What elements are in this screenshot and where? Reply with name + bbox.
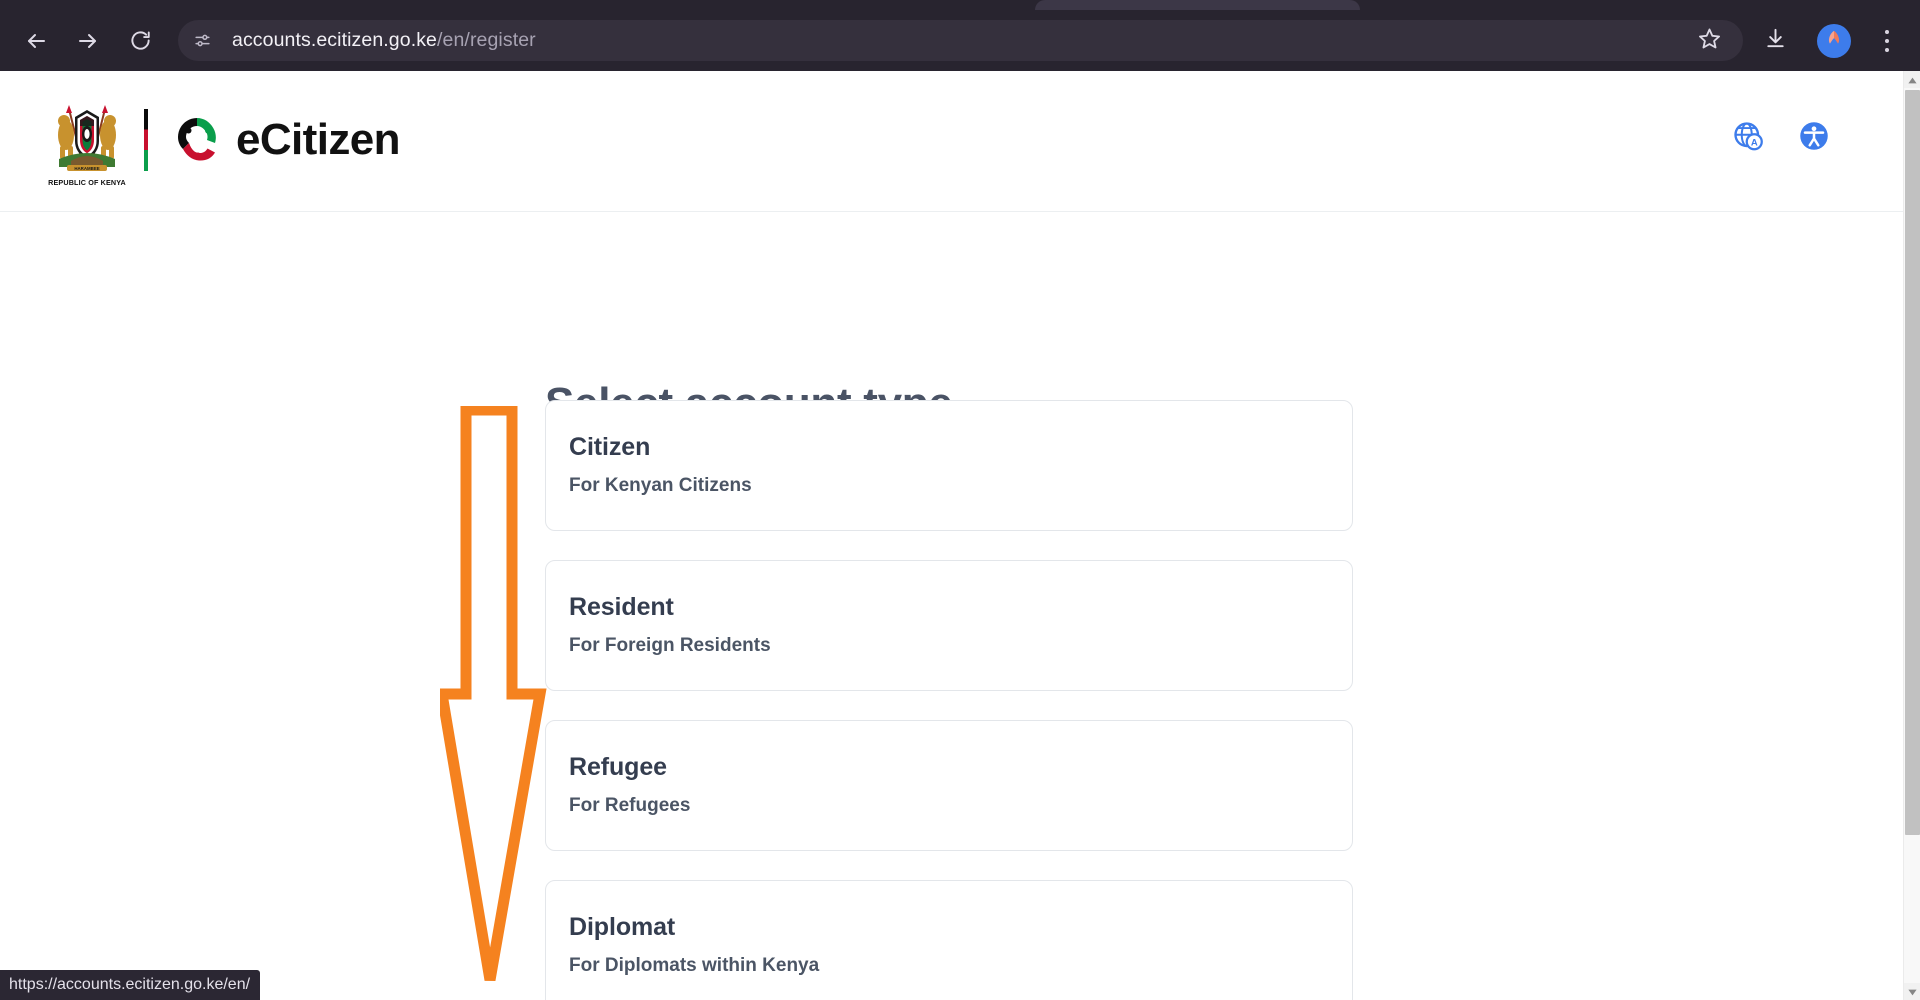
account-type-title: Resident: [569, 593, 674, 621]
arrow-right-icon: [76, 29, 100, 53]
register-form-column: Select account type or Sign in Citizen F…: [545, 212, 1353, 1000]
translate-globe-icon: A: [1733, 121, 1763, 156]
account-type-description: For Diplomats within Kenya: [569, 955, 820, 976]
accessibility-button[interactable]: [1797, 121, 1831, 155]
reload-button[interactable]: [120, 21, 160, 61]
account-type-card-refugee[interactable]: Refugee For Refugees: [545, 720, 1353, 851]
account-type-list: Citizen For Kenyan Citizens Resident For…: [545, 400, 1353, 1000]
browser-tab[interactable]: [1035, 0, 1360, 10]
download-icon: [1764, 27, 1787, 55]
page-scrollbar[interactable]: [1903, 71, 1920, 1000]
address-bar[interactable]: accounts.ecitizen.go.ke/en/register: [178, 20, 1743, 61]
account-type-description: For Refugees: [569, 795, 691, 816]
scroll-down-button[interactable]: [1904, 983, 1920, 1000]
account-type-card-citizen[interactable]: Citizen For Kenyan Citizens: [545, 400, 1353, 531]
account-type-description: For Kenyan Citizens: [569, 475, 752, 496]
scroll-up-arrow-icon: [1908, 71, 1917, 89]
browser-toolbar: accounts.ecitizen.go.ke/en/register: [0, 10, 1920, 71]
star-icon: [1698, 27, 1721, 55]
tab-strip: [0, 0, 1920, 10]
account-type-card-diplomat[interactable]: Diplomat For Diplomats within Kenya: [545, 880, 1353, 1000]
browser-menu-button[interactable]: [1867, 21, 1907, 61]
kenya-coat-of-arms-icon: HARAMBEE REPUBLIC OF KENYA: [48, 93, 126, 187]
svg-text:A: A: [1751, 137, 1758, 148]
kenya-flag-divider: [144, 109, 148, 171]
forward-button[interactable]: [68, 21, 108, 61]
three-dot-menu-icon: [1885, 27, 1889, 54]
reload-icon: [129, 29, 152, 52]
ecitizen-wordmark: eCitizen: [236, 115, 401, 164]
site-header: HARAMBEE REPUBLIC OF KENYA eCitizen A: [0, 71, 1903, 212]
scrollbar-thumb[interactable]: [1905, 90, 1920, 835]
account-type-card-resident[interactable]: Resident For Foreign Residents: [545, 560, 1353, 691]
page-viewport: HARAMBEE REPUBLIC OF KENYA eCitizen A Ci…: [0, 71, 1920, 1000]
site-settings-icon[interactable]: [186, 25, 218, 57]
status-bar-link-preview: https://accounts.ecitizen.go.ke/en/: [0, 970, 261, 1000]
scroll-down-arrow-icon: [1908, 983, 1917, 1000]
downloads-button[interactable]: [1755, 21, 1795, 61]
back-button[interactable]: [16, 21, 56, 61]
url-path: /en/register: [437, 29, 536, 51]
header-actions: A: [1731, 121, 1831, 155]
ecitizen-brand-lockup[interactable]: HARAMBEE REPUBLIC OF KENYA eCitizen: [48, 93, 401, 187]
account-type-title: Citizen: [569, 433, 651, 461]
url-domain: accounts.ecitizen.go.ke: [232, 29, 438, 51]
bookmark-button[interactable]: [1689, 21, 1729, 61]
profile-avatar[interactable]: [1817, 23, 1851, 58]
account-type-title: Diplomat: [569, 913, 676, 941]
account-type-description: For Foreign Residents: [569, 635, 771, 656]
coat-of-arms-caption: REPUBLIC OF KENYA: [48, 178, 126, 187]
language-selector[interactable]: A: [1731, 121, 1765, 155]
svg-text:HARAMBEE: HARAMBEE: [74, 166, 99, 171]
scroll-up-button[interactable]: [1904, 71, 1920, 88]
heading-row: Select account type or Sign in: [545, 212, 1353, 426]
browser-chrome: accounts.ecitizen.go.ke/en/register: [0, 0, 1920, 71]
ecitizen-swirl-logo-icon: [170, 113, 224, 167]
url-text: accounts.ecitizen.go.ke/en/register: [232, 29, 1729, 52]
accessibility-icon: [1799, 121, 1829, 156]
account-type-title: Refugee: [569, 753, 667, 781]
arrow-left-icon: [24, 29, 48, 53]
profile-avatar-icon: [1823, 27, 1845, 54]
